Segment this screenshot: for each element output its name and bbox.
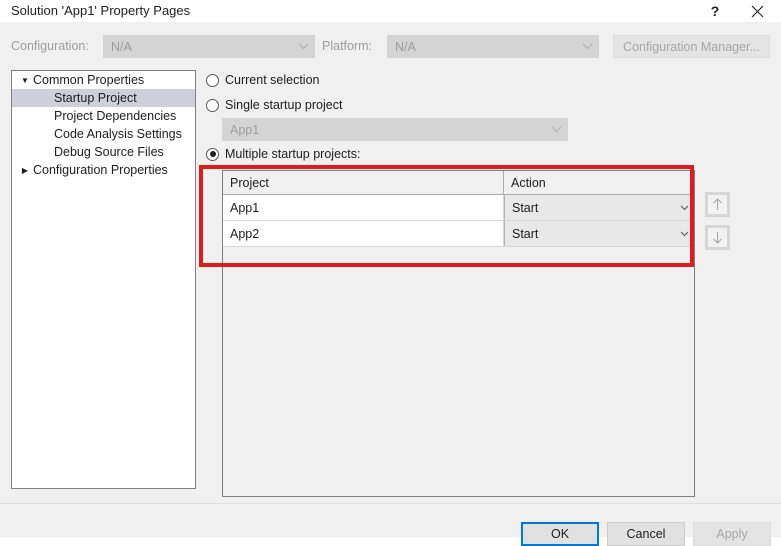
- table-row[interactable]: App1 Start: [223, 195, 694, 221]
- chevron-down-icon: [576, 43, 598, 50]
- ok-button[interactable]: OK: [521, 522, 599, 546]
- tree-item-code-analysis-settings[interactable]: Code Analysis Settings: [12, 125, 195, 143]
- configuration-dropdown[interactable]: N/A: [103, 35, 315, 58]
- chevron-down-icon: [674, 231, 694, 237]
- single-startup-project-value: App1: [230, 122, 260, 137]
- tree-item-common-properties[interactable]: ▼ Common Properties: [12, 71, 195, 89]
- triangle-right-icon: ▶: [21, 165, 29, 175]
- platform-label: Platform:: [322, 39, 373, 53]
- grid-header: Project Action: [223, 171, 694, 195]
- configuration-value: N/A: [111, 39, 132, 54]
- radio-current-selection[interactable]: Current selection: [206, 73, 320, 87]
- configuration-manager-button[interactable]: Configuration Manager...: [613, 35, 770, 58]
- triangle-down-icon: ▼: [21, 75, 29, 85]
- radio-single-startup-label: Single startup project: [225, 98, 343, 112]
- startup-projects-panel: Project Action App1 Start App2 Start: [222, 170, 695, 497]
- close-icon: [751, 5, 763, 17]
- footer-divider: [0, 503, 781, 504]
- title-bar: Solution 'App1' Property Pages ?: [0, 0, 781, 22]
- tree-item-label: Startup Project: [54, 91, 137, 105]
- tree-item-configuration-properties[interactable]: ▶ Configuration Properties: [12, 161, 195, 179]
- radio-button-icon: [206, 73, 219, 87]
- chevron-down-icon: [292, 43, 314, 50]
- apply-button[interactable]: Apply: [693, 522, 771, 546]
- table-row[interactable]: App2 Start: [223, 221, 694, 247]
- project-name: App1: [223, 195, 504, 220]
- action-value: Start: [512, 200, 539, 215]
- tree-item-debug-source-files[interactable]: Debug Source Files: [12, 143, 195, 161]
- tree-item-label: Configuration Properties: [33, 163, 168, 177]
- tree-item-label: Common Properties: [33, 73, 145, 87]
- column-header-action[interactable]: Action: [504, 171, 694, 194]
- tree-item-startup-project[interactable]: Startup Project: [12, 89, 195, 107]
- arrow-down-icon: [708, 228, 727, 247]
- configuration-label: Configuration:: [11, 39, 89, 53]
- radio-button-icon: [206, 98, 219, 112]
- action-dropdown[interactable]: Start: [504, 195, 694, 220]
- chevron-down-icon: [545, 126, 567, 133]
- arrow-up-icon: [708, 195, 727, 214]
- tree-item-label: Debug Source Files: [54, 145, 164, 159]
- tree-item-label: Project Dependencies: [54, 109, 177, 123]
- properties-tree[interactable]: ▼ Common Properties Startup Project Proj…: [11, 70, 196, 489]
- tree-item-label: Code Analysis Settings: [54, 127, 182, 141]
- radio-multiple-startup-projects[interactable]: Multiple startup projects:: [206, 147, 360, 161]
- dialog-body: Configuration: N/A Platform: N/A Configu…: [0, 22, 781, 546]
- tree-item-project-dependencies[interactable]: Project Dependencies: [12, 107, 195, 125]
- radio-button-icon: [206, 147, 219, 161]
- platform-value: N/A: [395, 39, 416, 54]
- action-value: Start: [512, 226, 539, 241]
- cancel-button[interactable]: Cancel: [607, 522, 685, 546]
- help-button[interactable]: ?: [695, 0, 735, 22]
- column-header-project[interactable]: Project: [223, 171, 504, 194]
- project-name: App2: [223, 221, 504, 246]
- question-mark-icon: ?: [710, 3, 720, 19]
- close-button[interactable]: [737, 0, 777, 22]
- chevron-down-icon: [674, 205, 694, 211]
- single-startup-project-dropdown[interactable]: App1: [222, 118, 568, 141]
- window-title: Solution 'App1' Property Pages: [11, 3, 191, 18]
- platform-dropdown[interactable]: N/A: [387, 35, 599, 58]
- move-down-button[interactable]: [705, 225, 730, 250]
- move-up-button[interactable]: [705, 192, 730, 217]
- radio-multiple-startup-label: Multiple startup projects:: [225, 147, 361, 161]
- action-dropdown[interactable]: Start: [504, 221, 694, 246]
- radio-single-startup-project[interactable]: Single startup project: [206, 98, 342, 112]
- radio-current-selection-label: Current selection: [225, 73, 320, 87]
